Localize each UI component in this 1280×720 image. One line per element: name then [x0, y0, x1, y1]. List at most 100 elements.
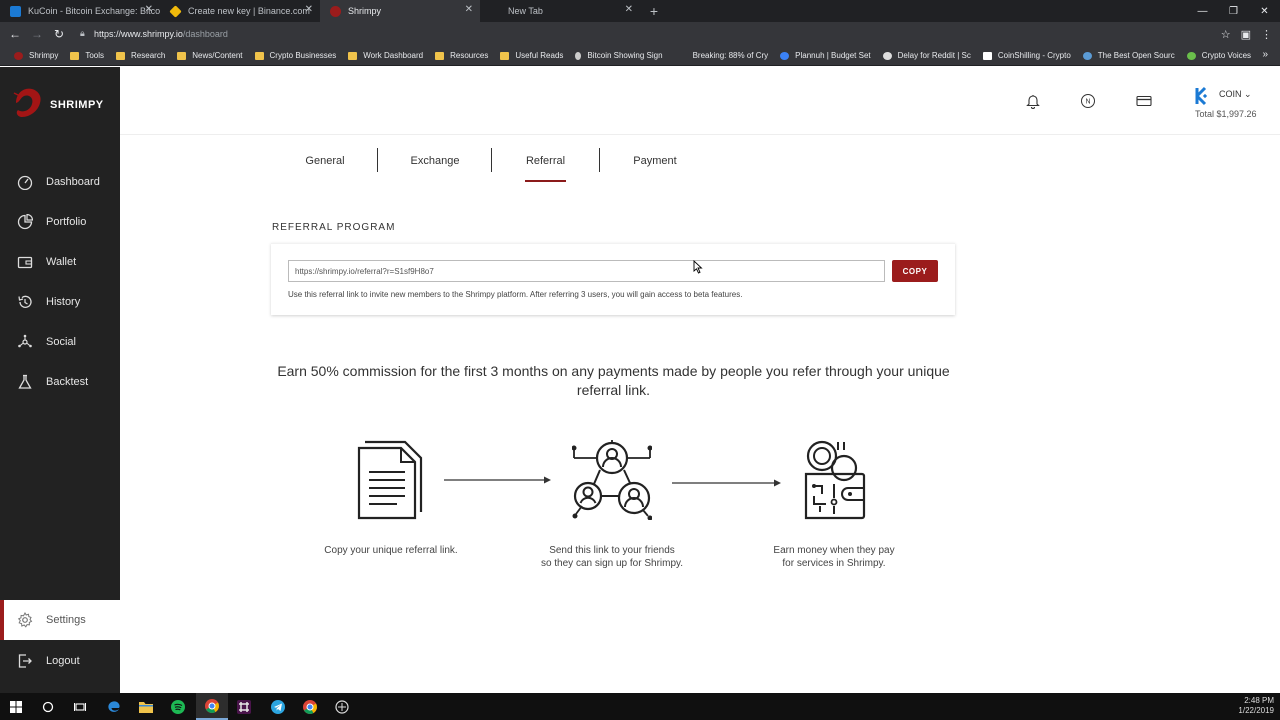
referral-link-input[interactable]: [288, 260, 885, 282]
slack-icon[interactable]: [228, 693, 260, 720]
clock-icon: [882, 51, 892, 60]
clock-date: 1/22/2019: [1238, 706, 1274, 715]
drop-icon: [575, 51, 582, 60]
app-sidebar: SHRIMPY Dashboard Portfolio Wallet Histo…: [0, 67, 120, 693]
bookmark-folder[interactable]: Crypto Businesses: [249, 46, 343, 66]
sidebar-item-history[interactable]: History: [0, 282, 120, 322]
reload-icon[interactable]: ↻: [48, 22, 70, 46]
back-icon[interactable]: ←: [4, 22, 26, 46]
sidebar-item-label: Logout: [46, 655, 80, 667]
bookmark-item[interactable]: The Best Open Sourc: [1077, 46, 1181, 66]
brand-name: SHRIMPY: [50, 99, 104, 111]
sidebar-item-logout[interactable]: Logout: [0, 641, 120, 681]
bookmark-folder[interactable]: Useful Reads: [494, 46, 569, 66]
bell-icon[interactable]: [1025, 93, 1041, 109]
menu-icon[interactable]: ⋮: [1261, 28, 1272, 41]
close-icon[interactable]: ✕: [305, 4, 313, 15]
file-explorer-icon[interactable]: [130, 693, 162, 720]
bookmarks-overflow-icon[interactable]: »: [1262, 49, 1268, 60]
bookmark-item[interactable]: Shrimpy: [8, 46, 64, 66]
bookmark-item[interactable]: Delay for Reddit | Sc: [877, 46, 977, 66]
bookmark-folder[interactable]: Work Dashboard: [342, 46, 429, 66]
browser-tab-shrimpy[interactable]: Shrimpy ✕: [320, 0, 480, 22]
referral-headline: Earn 50% commission for the first 3 mont…: [277, 363, 950, 398]
binance-icon: [169, 5, 182, 18]
browser-tab-kucoin[interactable]: KuCoin - Bitcoin Exchange: Bitco ✕: [0, 0, 160, 22]
spotify-icon[interactable]: [162, 693, 194, 720]
shrimpy-logo-icon: [13, 88, 41, 117]
kucoin-logo-icon: [1195, 86, 1208, 106]
card-icon[interactable]: [1136, 93, 1152, 109]
app-header: N COIN ⌄ Total $1,997.26: [120, 67, 1280, 135]
cursor-icon: [693, 260, 703, 274]
new-tab-button[interactable]: +: [640, 0, 668, 22]
close-icon[interactable]: ✕: [625, 4, 633, 15]
folder-icon: [116, 51, 126, 60]
task-view-icon[interactable]: [64, 693, 96, 720]
system-clock[interactable]: 2:48 PM 1/22/2019: [1238, 696, 1274, 716]
sidebar-item-portfolio[interactable]: Portfolio: [0, 202, 120, 242]
chrome-icon[interactable]: [196, 693, 228, 720]
copy-button[interactable]: COPY: [892, 260, 938, 282]
forward-icon[interactable]: →: [26, 22, 48, 46]
search-icon[interactable]: [32, 693, 64, 720]
sidebar-item-label: Wallet: [46, 256, 77, 268]
svg-text:N: N: [1085, 99, 1090, 106]
plannuh-icon: [780, 51, 790, 60]
close-icon[interactable]: ✕: [145, 4, 153, 15]
brand[interactable]: SHRIMPY: [12, 85, 103, 121]
bookmark-item[interactable]: CoinShilling - Crypto: [977, 46, 1077, 66]
exchange-name: COIN ⌄: [1219, 89, 1252, 99]
sidebar-item-label: Portfolio: [46, 216, 87, 228]
bookmark-item[interactable]: Crypto Voices: [1181, 46, 1257, 66]
windows-start-icon[interactable]: [0, 693, 32, 720]
tab-exchange[interactable]: Exchange: [408, 148, 462, 182]
tab-general[interactable]: General: [300, 148, 350, 182]
url-path: /dashboard: [182, 29, 228, 39]
sidebar-item-social[interactable]: Social: [0, 322, 120, 362]
portfolio-icon: [17, 214, 33, 230]
bookmark-folder[interactable]: Tools: [64, 46, 110, 66]
restore-icon[interactable]: ❐: [1218, 0, 1249, 22]
address-bar[interactable]: 🔒︎ https://www.shrimpy.io/dashboard: [78, 25, 1188, 43]
step-earn-text: Earn money when they pay for services in…: [773, 545, 895, 569]
browser-tab-new[interactable]: New Tab ✕: [480, 0, 640, 22]
app-icon[interactable]: [326, 693, 358, 720]
bookmark-item[interactable]: Plannuh | Budget Set: [774, 46, 876, 66]
extension-icon[interactable]: ▣: [1241, 28, 1251, 41]
telegram-icon[interactable]: [262, 693, 294, 720]
referral-help-text: Use this referral link to invite new mem…: [288, 290, 743, 299]
edge-browser-icon[interactable]: [98, 693, 130, 720]
sidebar-item-settings[interactable]: Settings: [0, 600, 120, 640]
sidebar-item-backtest[interactable]: Backtest: [0, 362, 120, 402]
bookmark-folder[interactable]: News/Content: [171, 46, 248, 66]
bookmark-item[interactable]: Breaking: 88% of Cry: [687, 46, 775, 66]
portfolio-total: Total $1,997.26: [1195, 109, 1257, 119]
browser-tab-binance[interactable]: Create new key | Binance.com ✕: [160, 0, 320, 22]
sidebar-item-label: History: [46, 296, 81, 308]
sidebar-item-dashboard[interactable]: Dashboard: [0, 162, 120, 202]
tab-divider: [491, 148, 492, 172]
news-icon[interactable]: N: [1080, 93, 1096, 109]
sidebar-item-label: Settings: [46, 614, 86, 626]
tab-referral[interactable]: Referral: [525, 148, 566, 182]
bookmark-item[interactable]: Bitcoin Showing Sign: [569, 46, 668, 66]
tab-payment[interactable]: Payment: [630, 148, 680, 182]
chrome-profile-icon[interactable]: [294, 693, 326, 720]
bookmark-folder[interactable]: Research: [110, 46, 171, 66]
folder-icon: [70, 51, 80, 60]
bookmark-folder[interactable]: Resources: [429, 46, 494, 66]
tab-title: New Tab: [508, 6, 543, 16]
close-icon[interactable]: ✕: [465, 4, 473, 15]
folder-icon: [254, 51, 264, 60]
bookmark-star-icon[interactable]: ☆: [1221, 28, 1231, 41]
lock-icon: 🔒︎: [80, 28, 85, 38]
referral-card: COPY Use this referral link to invite ne…: [271, 243, 955, 315]
close-window-icon[interactable]: ✕: [1249, 0, 1280, 22]
step-copy-text: Copy your unique referral link.: [324, 545, 458, 556]
social-icon: [18, 334, 32, 348]
sidebar-item-wallet[interactable]: Wallet: [0, 242, 120, 282]
wallet-icon: [17, 256, 33, 269]
bookmarks-bar: Shrimpy Tools Research News/Content Cryp…: [0, 46, 1280, 66]
minimize-icon[interactable]: —: [1187, 0, 1218, 22]
